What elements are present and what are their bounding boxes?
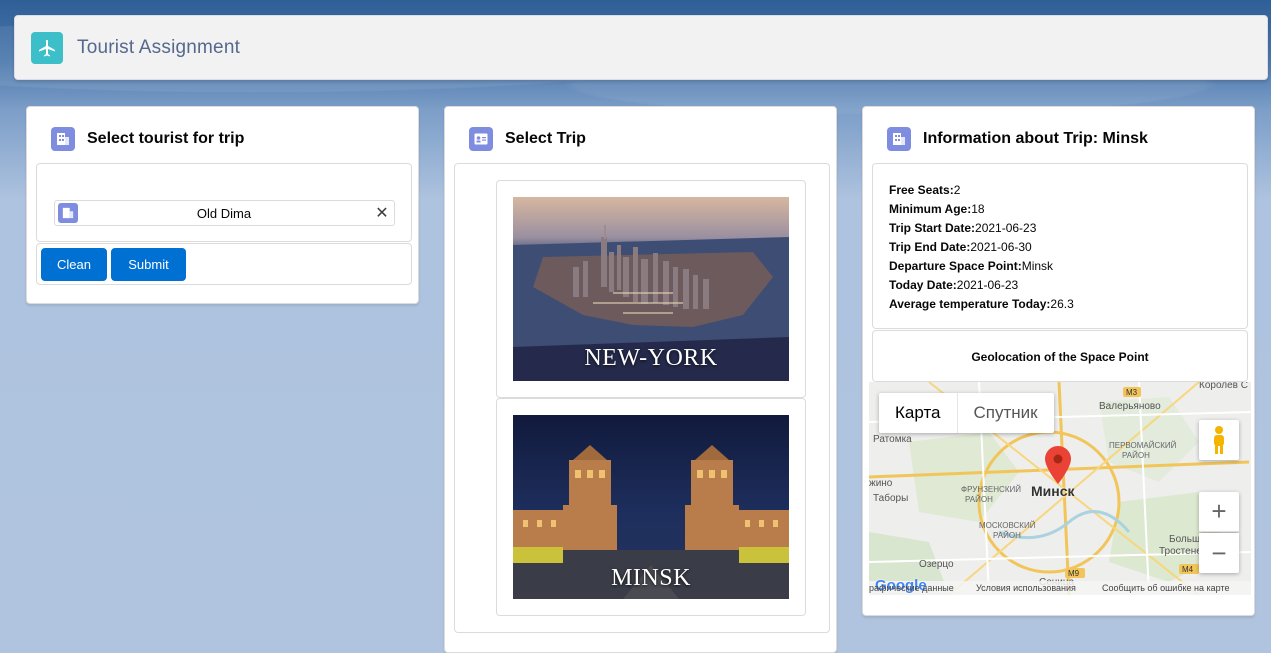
zoom-in-button[interactable]: + <box>1199 492 1239 532</box>
street-view-pegman-icon[interactable] <box>1199 420 1239 460</box>
app-header: Tourist Assignment <box>14 15 1268 80</box>
card-header: Select tourist for trip <box>27 107 418 171</box>
zoom-out-button[interactable]: − <box>1199 533 1239 573</box>
map-label-rayon-3: РАЙОН <box>993 531 1021 540</box>
trip-info-card: Information about Trip: Minsk Free Seats… <box>862 106 1255 616</box>
map-label-zhino: жино <box>869 478 893 489</box>
today-date-row: Today Date:2021-06-23 <box>889 278 1019 292</box>
clean-button[interactable]: Clean <box>41 248 107 281</box>
geolocation-title: Geolocation of the Space Point <box>971 350 1149 364</box>
tourist-lookup-box: Old Dima ✕ <box>36 163 412 242</box>
free-seats-row: Free Seats:2 <box>889 183 961 197</box>
selected-tourist-pill[interactable]: Old Dima ✕ <box>54 200 395 226</box>
airplane-icon <box>31 31 63 64</box>
remove-tourist-icon[interactable]: ✕ <box>370 203 394 223</box>
departure-point-row: Departure Space Point:Minsk <box>889 259 1054 273</box>
map-city-label: Минск <box>1031 483 1075 499</box>
trip-details-list: Free Seats:2 Minimum Age:18 Trip Start D… <box>889 181 1074 314</box>
building-icon <box>51 127 75 151</box>
map-report-error-link[interactable]: Сообщить об ошибке на карте <box>1102 583 1229 593</box>
trip-start-date-row: Trip Start Date:2021-06-23 <box>889 221 1037 235</box>
selected-tourist-name: Old Dima <box>196 205 252 221</box>
average-temperature-row: Average temperature Today:26.3 <box>889 297 1074 311</box>
map-label-m3: M3 <box>1126 388 1138 397</box>
card-title: Information about Trip: Minsk <box>923 130 1148 147</box>
minimum-age-row: Minimum Age:18 <box>889 202 985 216</box>
select-tourist-card: Select tourist for trip Old Dima ✕ Clean… <box>26 106 419 304</box>
trip-name-new-york: NEW-YORK <box>584 345 718 371</box>
building-icon <box>58 203 78 223</box>
card-title: Select tourist for trip <box>87 130 245 147</box>
map-type-map-button[interactable]: Карта <box>879 393 957 433</box>
geolocation-map[interactable]: Валерьяново Королев С Ратомка ПЕРВОМАЙСК… <box>869 382 1251 595</box>
select-trip-card: Select Trip NEW-YORK MINSK <box>444 106 837 653</box>
map-label-frunzensky: ФРУНЗЕНСКИЙ <box>961 485 1021 494</box>
card-header: Information about Trip: Minsk <box>863 107 1254 171</box>
trip-name-minsk: MINSK <box>611 565 691 591</box>
tourist-actions-box: Clean Submit <box>36 243 412 285</box>
map-label-korolev: Королев С <box>1199 382 1248 391</box>
map-label-ozertso: Озерцо <box>919 559 954 570</box>
card-title: Select Trip <box>505 130 586 147</box>
geolocation-box: Geolocation of the Space Point <box>872 330 1248 382</box>
map-data-link[interactable]: рафические данные <box>869 583 954 593</box>
building-icon <box>887 127 911 151</box>
trip-list-box: NEW-YORK MINSK <box>454 163 830 633</box>
app-title: Tourist Assignment <box>77 36 241 58</box>
map-footer: Google рафические данные Условия использ… <box>869 577 1251 595</box>
map-label-pervomaysky: ПЕРВОМАЙСКИЙ <box>1109 441 1177 450</box>
map-label-tabory: Таборы <box>873 493 909 504</box>
map-label-m4: M4 <box>1182 565 1194 574</box>
map-type-satellite-button[interactable]: Спутник <box>956 393 1054 433</box>
minsk-image: MINSK <box>513 415 789 599</box>
trip-tile-minsk[interactable]: MINSK <box>496 398 806 616</box>
map-label-moskovsky: МОСКОВСКИЙ <box>979 521 1036 530</box>
submit-button[interactable]: Submit <box>111 248 186 281</box>
map-marker-icon[interactable] <box>1045 446 1071 484</box>
map-type-control: Карта Спутник <box>879 393 1054 433</box>
card-header: Select Trip <box>445 107 836 171</box>
trip-tile-new-york[interactable]: NEW-YORK <box>496 180 806 398</box>
map-label-rayon-2: РАЙОН <box>965 495 993 504</box>
trip-end-date-row: Trip End Date:2021-06-30 <box>889 240 1032 254</box>
map-label-valeryanovo: Валерьяново <box>1099 401 1161 412</box>
contact-card-icon <box>469 127 493 151</box>
trip-details-box: Free Seats:2 Minimum Age:18 Trip Start D… <box>872 163 1248 329</box>
map-label-rayon-1: РАЙОН <box>1122 451 1150 460</box>
map-label-ratomka: Ратомка <box>873 434 912 445</box>
map-terms-link[interactable]: Условия использования <box>976 583 1076 593</box>
new-york-image: NEW-YORK <box>513 197 789 381</box>
map-label-m9: M9 <box>1068 569 1080 578</box>
